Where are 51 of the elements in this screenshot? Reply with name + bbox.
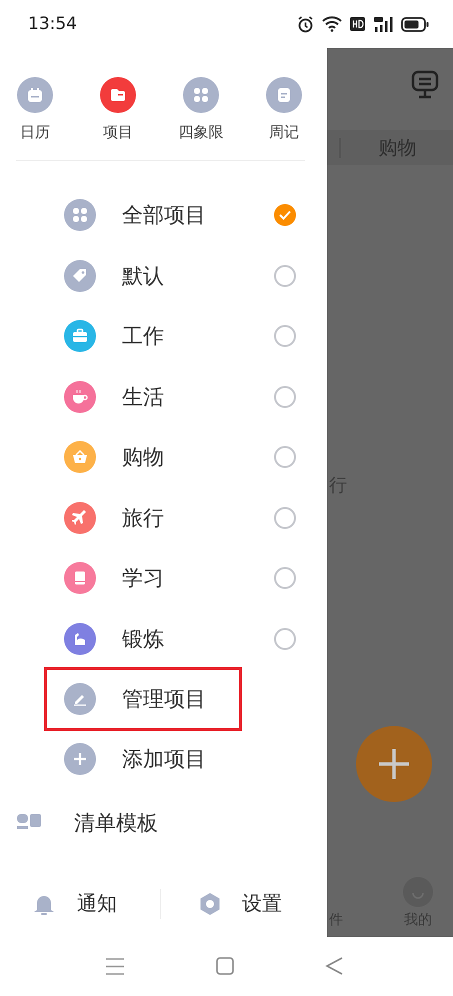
status-time: 13:54 [28,14,77,34]
highlight-frame[interactable]: 管理项目 [44,667,242,731]
action-label: 添加项目 [122,746,207,773]
project-item[interactable]: 工作 [0,306,327,366]
plus-icon [377,747,411,781]
project-name: 购物 [122,444,165,472]
project-item[interactable]: 全部项目 [0,185,327,246]
add-icon [64,743,96,775]
project-item[interactable]: 默认 [0,246,327,306]
shortcut-button[interactable]: 项目 [83,77,153,142]
shortcut-button[interactable]: 四象限 [166,77,236,142]
radio-button[interactable] [274,264,296,287]
footer-button[interactable]: 设置 [161,884,327,924]
project-name: 生活 [122,384,165,411]
template-label: 清单模板 [74,810,159,837]
project-name: 默认 [122,262,165,290]
radio-button[interactable] [274,386,296,408]
action-label: 管理项目 [122,686,207,713]
home-button[interactable] [216,957,234,975]
project-item[interactable]: 旅行 [0,488,327,548]
battery-icon [401,16,429,32]
project-name: 学习 [122,565,165,592]
project-item[interactable]: 生活 [0,366,327,427]
settings-icon [198,892,222,916]
hd-icon [350,17,365,31]
project-name: 锻炼 [122,626,165,653]
radio-button[interactable] [274,567,296,590]
project-item[interactable]: 学习 [0,548,327,608]
shortcut-button[interactable]: 周记 [249,77,319,142]
project-name: 全部项目 [122,202,207,230]
project-item[interactable]: 锻炼 [0,608,327,669]
check-icon[interactable] [274,204,296,226]
shortcut-button[interactable]: 日历 [0,77,70,142]
note-icon [266,77,302,113]
footer-button[interactable]: 通知 [0,884,160,924]
edit-icon [64,683,96,715]
back-icon[interactable] [325,956,343,976]
radio-button[interactable] [274,628,296,650]
radio-button[interactable] [274,325,296,348]
signal-icon [373,16,393,32]
grid-icon [183,77,219,113]
calendar-icon [17,77,53,113]
folder-icon [100,77,136,113]
menu-icon[interactable] [106,958,124,975]
project-name: 旅行 [122,504,165,532]
wifi-icon [322,16,342,32]
radio-button[interactable] [274,506,296,529]
project-name: 工作 [122,323,165,350]
project-item[interactable]: 购物 [0,427,327,488]
radio-button[interactable] [274,446,296,468]
alarm-clock-icon [297,16,314,32]
